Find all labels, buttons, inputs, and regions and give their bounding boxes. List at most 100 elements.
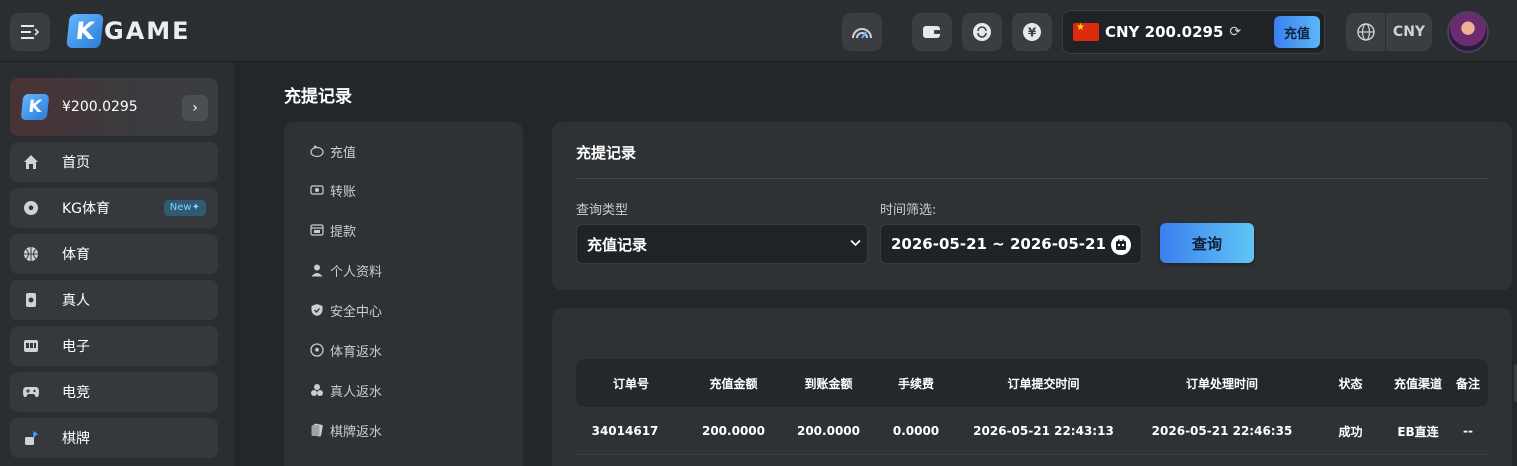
cell-order-no: 34014617 <box>591 424 659 438</box>
subnav-item-label: 转账 <box>330 184 357 200</box>
top-bar: K GAME ¥ CNY 200.0295 ⟳ 充值 <box>0 0 1517 62</box>
new-badge: New✦ <box>163 200 206 216</box>
subnav-item-label: 提款 <box>330 224 357 240</box>
shield-icon <box>310 303 324 317</box>
sidebar-item-chess[interactable]: 棋牌 <box>10 418 218 458</box>
records-panel: 订单号 充值金额 到账金额 手续费 订单提交时间 订单处理时间 状态 充值渠道 … <box>552 308 1512 466</box>
table-header: 订单号 充值金额 到账金额 手续费 订单提交时间 订单处理时间 状态 充值渠道 … <box>576 359 1488 407</box>
menu-icon <box>21 25 39 39</box>
chevron-right-icon[interactable]: › <box>182 95 208 121</box>
poker-chips-icon <box>310 383 324 397</box>
cell-remark: -- <box>1463 424 1473 438</box>
menu-toggle-button[interactable] <box>10 13 50 51</box>
column-header-process-time: 订单处理时间 <box>1185 376 1258 391</box>
column-header-deposit-amount: 充值金额 <box>709 376 758 391</box>
gamepad-icon <box>22 383 40 401</box>
basketball-icon <box>22 245 40 263</box>
subnav-item-label: 安全中心 <box>330 304 383 320</box>
date-range-input[interactable]: 2026-05-21 ~ 2026-05-21 <box>880 224 1142 264</box>
logo-letter: K <box>66 14 104 48</box>
currency-label: CNY <box>1392 24 1426 40</box>
slot-machine-icon <box>22 337 40 355</box>
column-header-remark: 备注 <box>1455 376 1480 391</box>
home-icon <box>22 153 40 171</box>
cell-process-time: 2026-05-21 22:46:35 <box>1151 424 1293 438</box>
speed-button[interactable] <box>842 13 882 51</box>
wallet-logo-icon: K <box>20 94 50 120</box>
cell-channel: EB直连 <box>1397 424 1439 439</box>
time-filter-label: 时间筛选: <box>880 203 937 218</box>
logo[interactable]: K GAME <box>66 14 191 48</box>
subnav-item-label: 体育返水 <box>330 344 383 360</box>
sidebar-item-label: 电子 <box>62 339 90 355</box>
sidebar: K ¥200.0295 › 首页 KG体育 New✦ 体育 真人 电子 电竞 棋… <box>0 62 234 466</box>
yuan-coin-icon: ¥ <box>1023 23 1041 41</box>
sidebar-item-label: 棋牌 <box>62 431 90 447</box>
column-header-fee: 手续费 <box>897 376 934 391</box>
sidebar-item-home[interactable]: 首页 <box>10 142 218 182</box>
sidebar-item-label: KG体育 <box>62 201 111 217</box>
subnav-item-sports-rebate[interactable]: 体育返水 <box>310 340 382 360</box>
wallet-icon <box>923 26 940 38</box>
soccer-ball-icon <box>310 343 324 357</box>
query-type-select[interactable]: 充值记录 <box>576 224 868 264</box>
divider <box>576 178 1488 179</box>
column-header-status: 状态 <box>1338 376 1363 391</box>
withdraw-button[interactable]: ¥ <box>1012 13 1052 51</box>
query-button[interactable]: 查询 <box>1160 223 1254 263</box>
subnav-item-label: 充值 <box>330 145 357 161</box>
sidebar-item-kg-sports[interactable]: KG体育 New✦ <box>10 188 218 228</box>
speedometer-icon <box>852 28 872 39</box>
subnav-item-label: 个人资料 <box>330 264 383 280</box>
transfer-button[interactable] <box>962 13 1002 51</box>
sidebar-item-sports[interactable]: 体育 <box>10 234 218 274</box>
column-header-channel: 充值渠道 <box>1393 376 1442 391</box>
sidebar-item-esports[interactable]: 电竞 <box>10 372 218 412</box>
balance-amount: CNY 200.0295 <box>1105 23 1224 41</box>
card-icon <box>310 423 324 437</box>
cell-received-amount: 200.0000 <box>796 424 860 438</box>
china-flag-icon <box>1073 22 1099 41</box>
svg-text:¥: ¥ <box>1028 26 1037 40</box>
piggy-bank-icon <box>310 144 324 158</box>
subnav-item-security[interactable]: 安全中心 <box>310 300 382 320</box>
cell-deposit-amount: 200.0000 <box>701 424 765 438</box>
subnav-item-label: 真人返水 <box>330 384 383 400</box>
balance-display: CNY 200.0295 ⟳ 充值 <box>1062 10 1325 54</box>
query-type-label: 查询类型 <box>576 203 629 218</box>
wallet-button[interactable] <box>912 13 952 51</box>
page-title: 充提记录 <box>284 87 352 107</box>
sidebar-item-slots[interactable]: 电子 <box>10 326 218 366</box>
subnav-item-transfer[interactable]: 转账 <box>310 180 356 200</box>
subnav-item-profile[interactable]: 个人资料 <box>310 260 382 280</box>
sidebar-item-label: 体育 <box>62 247 90 263</box>
cards-icon <box>22 291 40 309</box>
withdraw-icon <box>310 223 324 237</box>
table-row: 34014617 200.0000 200.0000 0.0000 2026-0… <box>576 407 1488 455</box>
avatar[interactable] <box>1447 11 1489 53</box>
panel-title: 充提记录 <box>576 144 637 162</box>
chevron-down-icon <box>850 237 861 250</box>
language-currency-selector[interactable]: CNY <box>1346 13 1432 51</box>
sidebar-item-label: 真人 <box>62 293 90 309</box>
chess-icon <box>22 429 40 447</box>
sidebar-item-label: 电竞 <box>62 385 90 401</box>
subnav-item-deposit[interactable]: 充值 <box>310 141 356 161</box>
wallet-card[interactable]: K ¥200.0295 › <box>10 78 218 136</box>
column-header-submit-time: 订单提交时间 <box>1007 376 1080 391</box>
cell-status: 成功 <box>1338 424 1363 439</box>
subnav-item-live-rebate[interactable]: 真人返水 <box>310 380 382 400</box>
refresh-icon[interactable]: ⟳ <box>1229 24 1241 40</box>
column-header-order-no: 订单号 <box>612 376 649 391</box>
exchange-icon <box>973 23 991 41</box>
cell-fee: 0.0000 <box>892 424 940 438</box>
wallet-amount: ¥200.0295 <box>62 99 138 115</box>
subnav-item-withdraw[interactable]: 提款 <box>310 220 356 240</box>
cell-submit-time: 2026-05-21 22:43:13 <box>973 424 1114 438</box>
logo-text: GAME <box>104 17 191 45</box>
subnav-item-chess-rebate[interactable]: 棋牌返水 <box>310 420 382 440</box>
sidebar-item-live[interactable]: 真人 <box>10 280 218 320</box>
sidebar-item-label: 首页 <box>62 155 90 171</box>
recharge-button[interactable]: 充值 <box>1274 16 1320 48</box>
calendar-icon[interactable] <box>1111 235 1131 255</box>
